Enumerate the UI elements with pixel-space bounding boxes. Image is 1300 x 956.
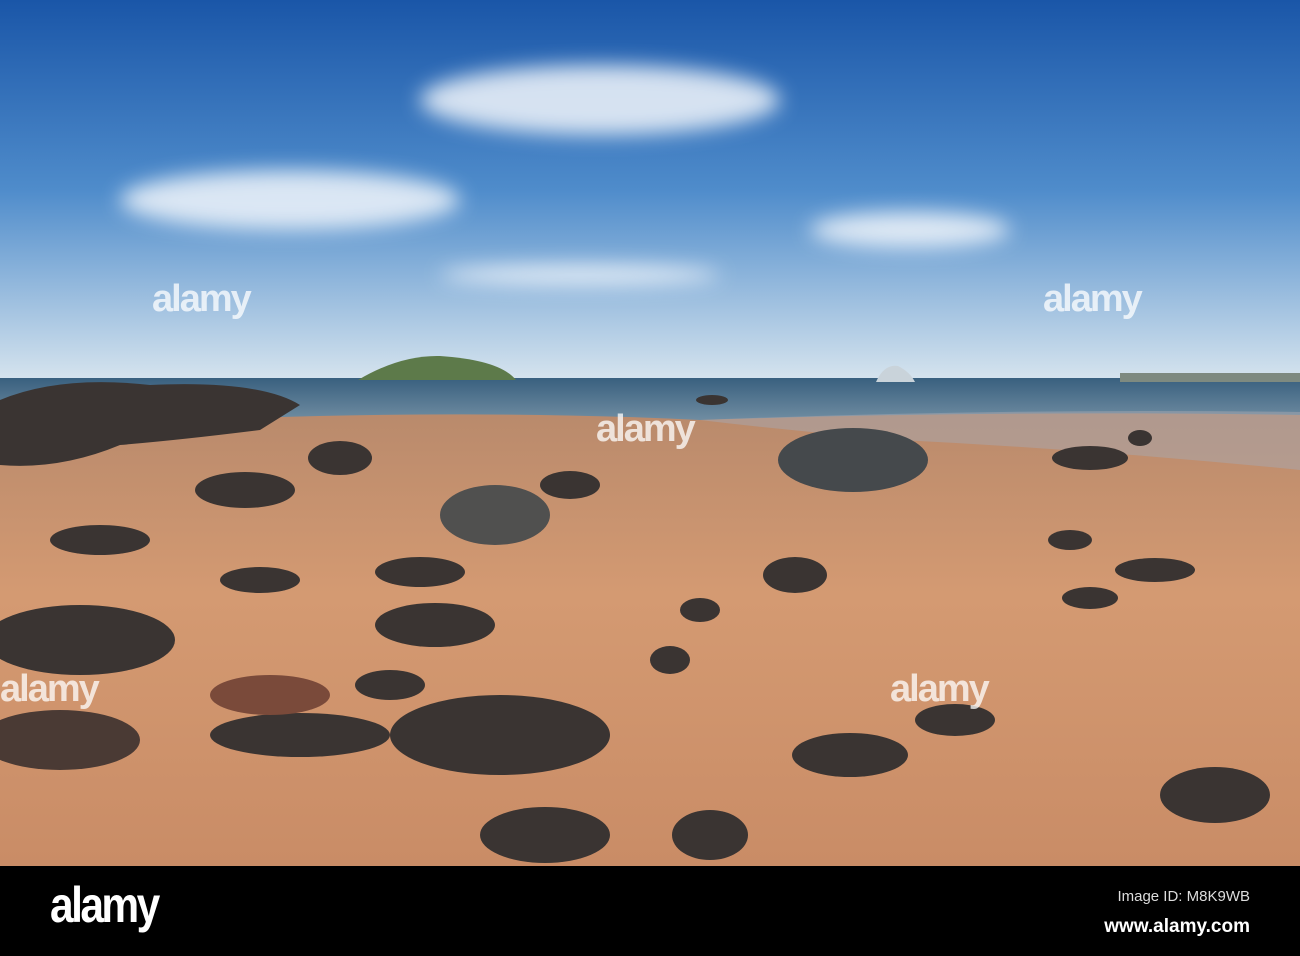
footer-bar: alamy Image ID: M8K9WB www.alamy.com xyxy=(0,866,1300,956)
watermark: alamy xyxy=(152,278,252,320)
watermark: alamy xyxy=(596,408,696,450)
watermark: alamy xyxy=(890,668,990,710)
watermark: alamy xyxy=(0,668,100,710)
beach xyxy=(0,413,1300,866)
site-url: www.alamy.com xyxy=(1104,916,1250,937)
alamy-logo: alamy xyxy=(50,877,160,933)
image-id: Image ID: M8K9WB xyxy=(1117,888,1250,905)
watermark: alamy xyxy=(1043,278,1143,320)
